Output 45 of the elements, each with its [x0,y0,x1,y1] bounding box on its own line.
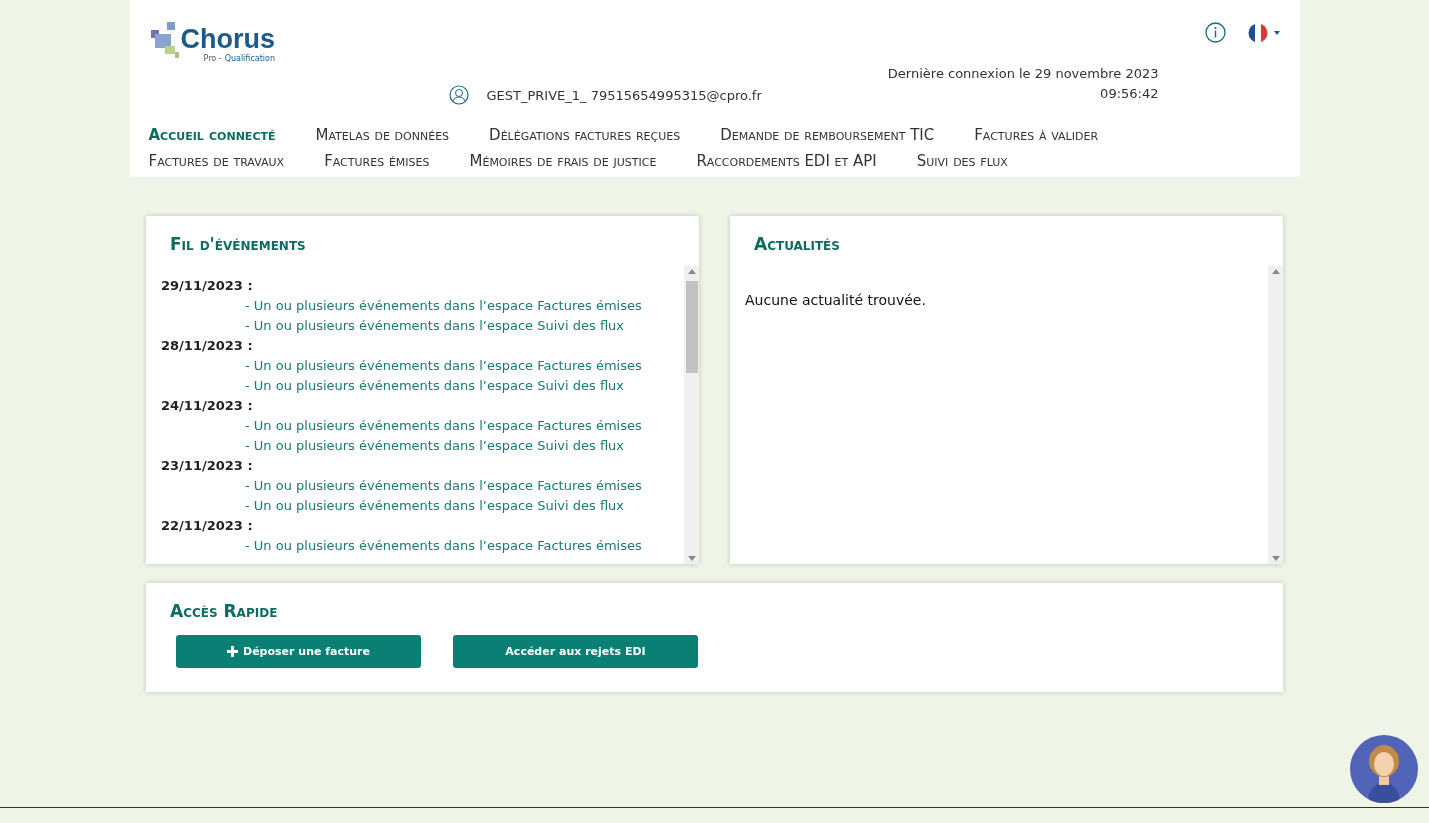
scroll-up-icon[interactable] [687,269,696,274]
event-date: 28/11/2023 : [161,337,254,355]
last-login-time: 09:56:42 [1100,85,1159,103]
event-link[interactable]: - Un ou plusieurs événements dans l’espace Factures émises [161,356,684,376]
nav-link[interactable]: Délégations factures reçues [489,126,681,144]
panel-title: Accès Rapide [170,601,279,621]
logo-text: Chorus [180,23,275,54]
event-link[interactable]: - Un ou plusieurs événements dans l’espace Suivi des flux [161,316,684,336]
user-icon [448,85,469,105]
event-link[interactable]: - Un ou plusieurs événements dans l’espace Factures émises [161,416,684,436]
nav-link[interactable]: Demande de remboursement TIC [720,126,935,144]
event-link[interactable]: - Un ou plusieurs événements dans l’espace Factures émises [161,536,684,556]
logo-subtitle: Qualification [224,54,275,63]
nav-link[interactable]: Factures émises [324,152,430,170]
nav-link[interactable]: Matelas de données [315,126,450,144]
event-link[interactable]: - Un ou plusieurs événements dans l’espace Factures émises [161,296,684,316]
empty-message: Aucune actualité trouvée. [745,291,927,310]
event-date: 22/11/2023 : [161,517,254,535]
scroll-down-icon[interactable] [687,556,696,561]
nav-link[interactable]: Raccordements EDI et API [696,152,877,170]
event-link[interactable]: - Un ou plusieurs événements dans l’espace Suivi des flux [161,376,684,396]
plus-icon [227,646,238,657]
event-date: 29/11/2023 : [161,277,254,295]
quick-action-button[interactable]: Déposer une facture [176,635,421,668]
last-login-date: Dernière connexion le 29 novembre 2023 [887,65,1159,83]
event-link[interactable]: - Un ou plusieurs événements dans l’espace Suivi des flux [161,436,684,456]
event-date: 23/11/2023 : [161,457,254,475]
nav-link[interactable]: Mémoires de frais de justice [469,152,657,170]
nav-link[interactable]: Accueil connecté [148,126,276,144]
panel-title: Actualités [753,233,841,256]
info-icon[interactable] [1204,22,1226,43]
scroll-down-icon[interactable] [1271,556,1280,561]
scroll-up-icon[interactable] [1271,269,1280,274]
quick-action-button[interactable]: Accéder aux rejets EDI [453,635,698,668]
nav-link[interactable]: Factures à valider [974,126,1099,144]
nav-link[interactable]: Factures de travaux [148,152,285,170]
nav-link[interactable]: Suivi des flux [916,152,1008,170]
user-email: GEST_PRIVE_1_ 79515654995315@cpro.fr [486,87,762,103]
event-link[interactable]: - Un ou plusieurs événements dans l’espace Suivi des flux [161,496,684,516]
logo-subtitle: Pro - [203,54,222,63]
flag-icon[interactable] [1247,22,1280,43]
panel-title: Fil d'événements [169,233,307,256]
scrollbar-thumb[interactable] [685,281,698,373]
event-date: 24/11/2023 : [161,397,254,415]
event-link[interactable]: - Un ou plusieurs événements dans l’espace Factures émises [161,476,684,496]
